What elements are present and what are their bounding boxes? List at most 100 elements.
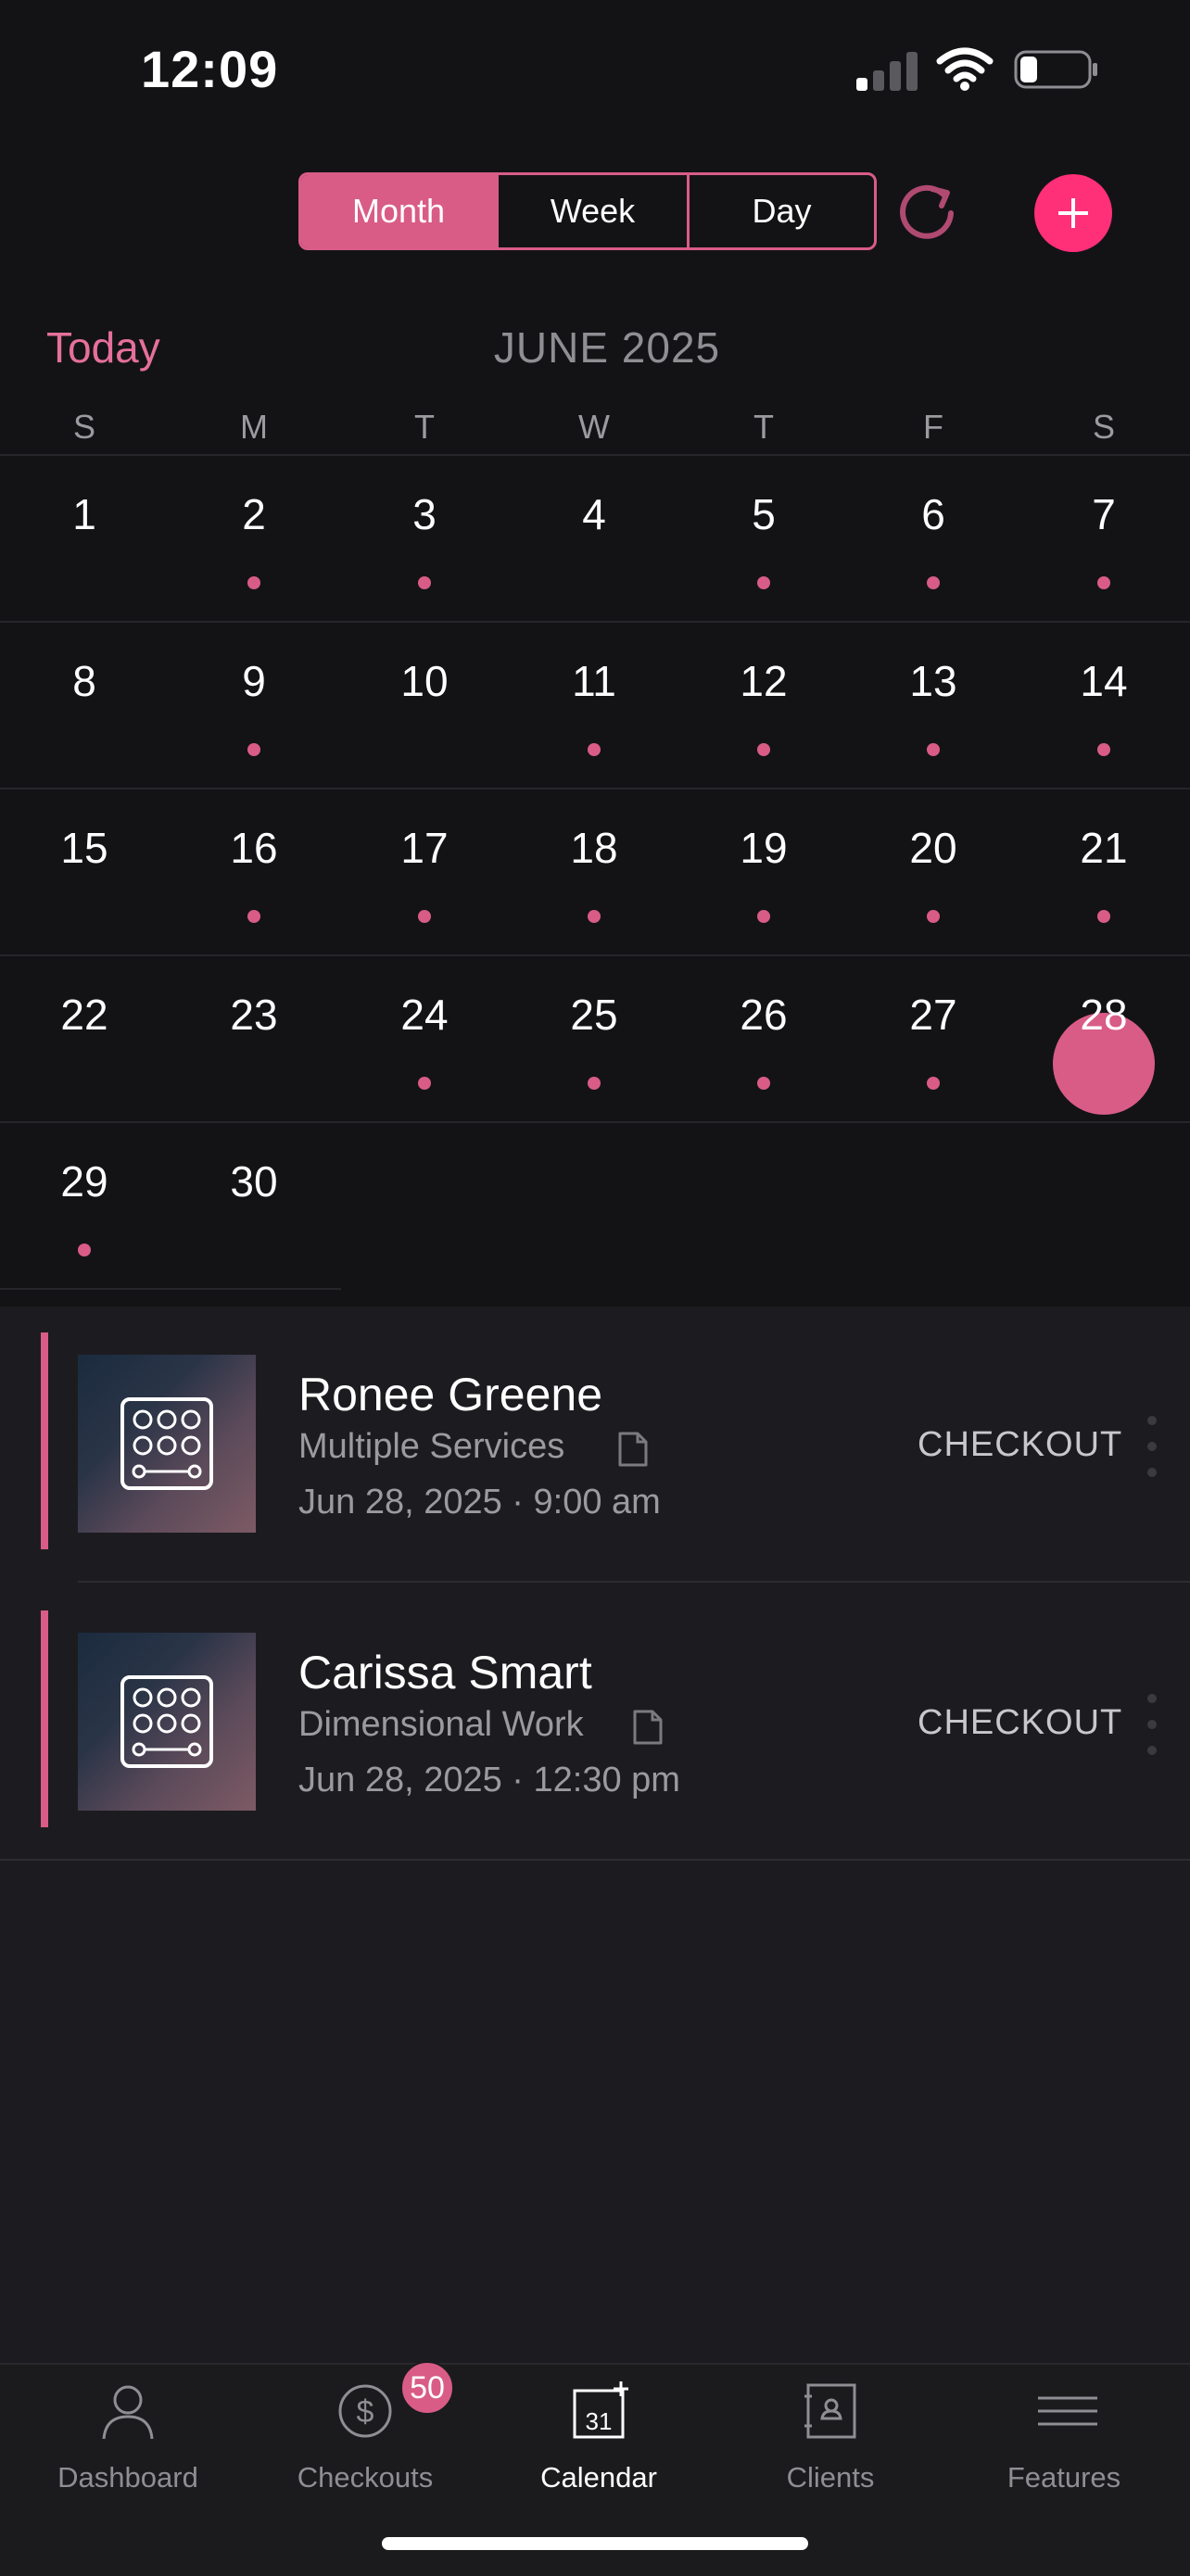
calendar-day[interactable]: 20 bbox=[878, 823, 989, 873]
note-icon[interactable] bbox=[632, 1709, 664, 1746]
appointment-dot bbox=[418, 910, 431, 923]
person-icon bbox=[102, 2385, 154, 2440]
cellular-signal-icon bbox=[856, 52, 918, 91]
appointment-dot bbox=[927, 910, 940, 923]
calendar-day[interactable]: 9 bbox=[198, 656, 310, 706]
more-options-icon[interactable] bbox=[1147, 1416, 1162, 1477]
appointment-accent-bar bbox=[41, 1610, 48, 1827]
grid-divider bbox=[0, 788, 1190, 789]
color-palette-icon bbox=[120, 1675, 213, 1768]
calendar-day[interactable]: 25 bbox=[538, 990, 650, 1040]
grid-divider bbox=[0, 1121, 1190, 1123]
tab-label: Clients bbox=[786, 2461, 875, 2494]
appointment-dot bbox=[247, 910, 260, 923]
wifi-icon bbox=[936, 47, 994, 91]
appointment-dot bbox=[757, 1077, 770, 1090]
calendar-icon-day: 31 bbox=[586, 2407, 613, 2435]
checkout-button[interactable]: CHECKOUT bbox=[918, 1703, 1122, 1743]
appointment-dot bbox=[247, 576, 260, 589]
appointment-item[interactable]: Ronee Greene Multiple Services Jun 28, 2… bbox=[0, 1307, 1190, 1585]
day-view-button[interactable]: Day bbox=[687, 175, 874, 247]
calendar-day[interactable]: 15 bbox=[29, 823, 140, 873]
tab-label: Dashboard bbox=[57, 2461, 198, 2494]
home-indicator[interactable] bbox=[382, 2537, 808, 2550]
calendar-day[interactable]: 27 bbox=[878, 990, 989, 1040]
checkout-button[interactable]: CHECKOUT bbox=[918, 1425, 1122, 1465]
add-appointment-button[interactable] bbox=[1034, 174, 1112, 252]
calendar-day[interactable]: 19 bbox=[708, 823, 819, 873]
appointment-datetime: Jun 28, 2025 · 12:30 pm bbox=[298, 1761, 680, 1799]
refresh-icon[interactable] bbox=[897, 182, 958, 243]
address-book-icon bbox=[804, 2383, 856, 2439]
appointment-dot bbox=[588, 910, 601, 923]
appointment-dot bbox=[418, 1077, 431, 1090]
status-bar: 12:09 bbox=[0, 0, 1190, 139]
calendar-day[interactable]: 8 bbox=[29, 656, 140, 706]
color-palette-icon bbox=[120, 1397, 213, 1490]
calendar-day[interactable]: 11 bbox=[538, 656, 650, 706]
weekday-label: T bbox=[414, 408, 435, 446]
calendar-day[interactable]: 30 bbox=[198, 1156, 310, 1206]
calendar-day[interactable]: 16 bbox=[198, 823, 310, 873]
calendar-day[interactable]: 23 bbox=[198, 990, 310, 1040]
calendar-day[interactable]: 10 bbox=[369, 656, 480, 706]
calendar-day[interactable]: 12 bbox=[708, 656, 819, 706]
tab-label: Features bbox=[1006, 2461, 1121, 2494]
weekday-label: M bbox=[240, 408, 268, 446]
grid-divider bbox=[0, 621, 1190, 623]
more-options-icon[interactable] bbox=[1147, 1694, 1162, 1755]
appointment-dot bbox=[588, 1077, 601, 1090]
weekday-label: S bbox=[72, 408, 95, 446]
tab-label: Checkouts bbox=[297, 2461, 434, 2494]
note-icon[interactable] bbox=[617, 1431, 649, 1468]
tab-label: Calendar bbox=[540, 2461, 657, 2494]
appointment-dot bbox=[1097, 743, 1110, 756]
battery-icon bbox=[1014, 50, 1097, 89]
calendar-day[interactable]: 21 bbox=[1048, 823, 1159, 873]
calendar-day[interactable]: 14 bbox=[1048, 656, 1159, 706]
calendar-day[interactable]: 18 bbox=[538, 823, 650, 873]
today-button[interactable]: Today bbox=[46, 322, 160, 373]
calendar-day[interactable]: 7 bbox=[1048, 489, 1159, 539]
calendar-day[interactable]: 17 bbox=[369, 823, 480, 873]
calendar-day[interactable]: 29 bbox=[29, 1156, 140, 1206]
checkouts-badge: 50 bbox=[400, 2361, 454, 2415]
calendar-day[interactable]: 1 bbox=[29, 489, 140, 539]
appointment-dot bbox=[927, 743, 940, 756]
calendar-day[interactable]: 22 bbox=[29, 990, 140, 1040]
service-thumbnail bbox=[78, 1633, 256, 1811]
month-view-button[interactable]: Month bbox=[301, 175, 496, 247]
menu-icon bbox=[1038, 2396, 1097, 2426]
appointment-list: Ronee Greene Multiple Services Jun 28, 2… bbox=[0, 1307, 1190, 2363]
appointment-dot bbox=[1097, 1077, 1110, 1090]
svg-text:$: $ bbox=[357, 2394, 374, 2430]
service-name: Dimensional Work bbox=[298, 1705, 584, 1744]
appointment-dot bbox=[1097, 576, 1110, 589]
calendar-day[interactable]: 4 bbox=[538, 489, 650, 539]
calendar-day[interactable]: 2 bbox=[198, 489, 310, 539]
appointment-accent-bar bbox=[41, 1332, 48, 1549]
divider bbox=[78, 1581, 1190, 1583]
plus-icon bbox=[1058, 198, 1088, 228]
calendar-day[interactable]: 3 bbox=[369, 489, 480, 539]
appointment-dot bbox=[418, 576, 431, 589]
appointment-item[interactable]: Carissa Smart Dimensional Work Jun 28, 2… bbox=[0, 1585, 1190, 1863]
calendar-day[interactable]: 13 bbox=[878, 656, 989, 706]
appointment-dot bbox=[927, 576, 940, 589]
week-view-button[interactable]: Week bbox=[496, 175, 687, 247]
grid-divider bbox=[0, 454, 1190, 456]
service-thumbnail bbox=[78, 1355, 256, 1533]
weekday-header: S M T W T F S bbox=[0, 408, 1190, 452]
dollar-icon: $ bbox=[338, 2384, 392, 2438]
grid-divider bbox=[0, 1288, 341, 1290]
calendar-day[interactable]: 26 bbox=[708, 990, 819, 1040]
appointment-dot bbox=[247, 743, 260, 756]
calendar-day[interactable]: 6 bbox=[878, 489, 989, 539]
divider bbox=[0, 1859, 1190, 1861]
calendar-day[interactable]: 28 bbox=[1048, 990, 1159, 1040]
calendar-day[interactable]: 5 bbox=[708, 489, 819, 539]
appointment-dot bbox=[1097, 910, 1110, 923]
service-name: Multiple Services bbox=[298, 1427, 565, 1466]
calendar-day[interactable]: 24 bbox=[369, 990, 480, 1040]
month-title: JUNE 2025 bbox=[493, 323, 721, 372]
